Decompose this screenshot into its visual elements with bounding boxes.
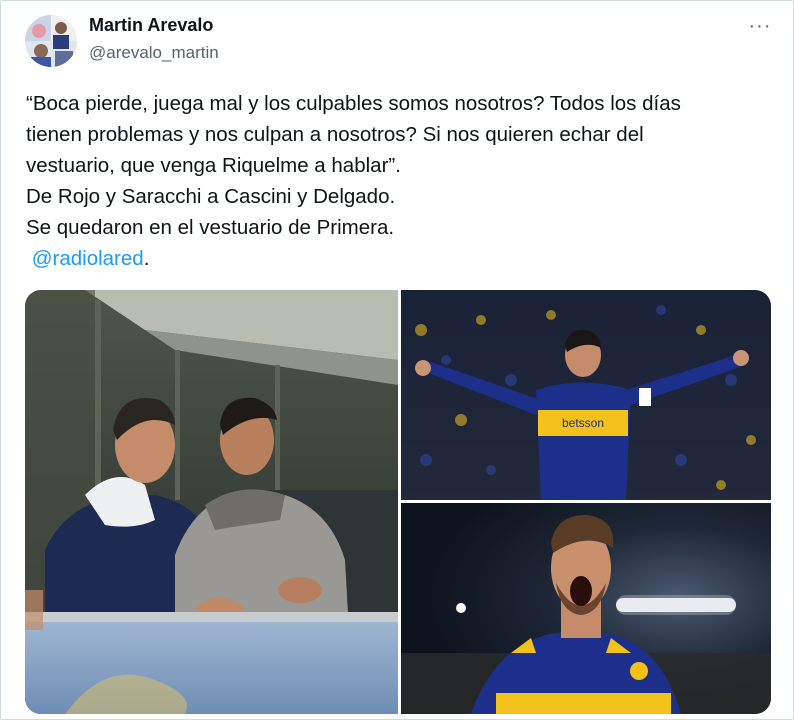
tweet-line: tienen problemas y nos culpan a nosotros… [26, 123, 644, 146]
tweet-line: Se quedaron en el vestuario de Primera. [26, 216, 395, 239]
jersey-sponsor: betsson [562, 416, 604, 430]
more-horizontal-icon: ··· [748, 14, 772, 37]
author-handle[interactable]: @arevalo_martin [89, 43, 219, 63]
tweet-text: “Boca pierde, juega mal y los culpables … [26, 88, 771, 274]
tweet-line: De Rojo y Saracchi a Cascini y Delgado. [26, 185, 396, 208]
more-options-button[interactable]: ··· [745, 13, 775, 39]
media-grid: betsson [25, 290, 771, 714]
mention-link[interactable]: @radiolared [32, 247, 144, 270]
player-arms-out-image: betsson [401, 290, 771, 500]
profile-photo-icon [25, 15, 77, 67]
tweet-line: “Boca pierde, juega mal y los culpables … [26, 92, 681, 115]
author-name[interactable]: Martin Arevalo [89, 15, 213, 36]
mention-suffix: . [143, 247, 150, 270]
tweet-card[interactable]: Martin Arevalo @arevalo_martin ··· “Boca… [0, 0, 794, 720]
photo-stadium-box[interactable] [25, 290, 398, 714]
photo-player-screaming[interactable] [401, 503, 771, 714]
mention-line: @radiolared. [26, 243, 771, 274]
author-avatar[interactable] [25, 15, 77, 67]
tweet-line: vestuario, que venga Riquelme a hablar”. [26, 154, 401, 177]
player-screaming-image [401, 503, 771, 714]
photo-player-celebrating[interactable]: betsson [401, 290, 771, 500]
stadium-box-image [25, 290, 398, 714]
